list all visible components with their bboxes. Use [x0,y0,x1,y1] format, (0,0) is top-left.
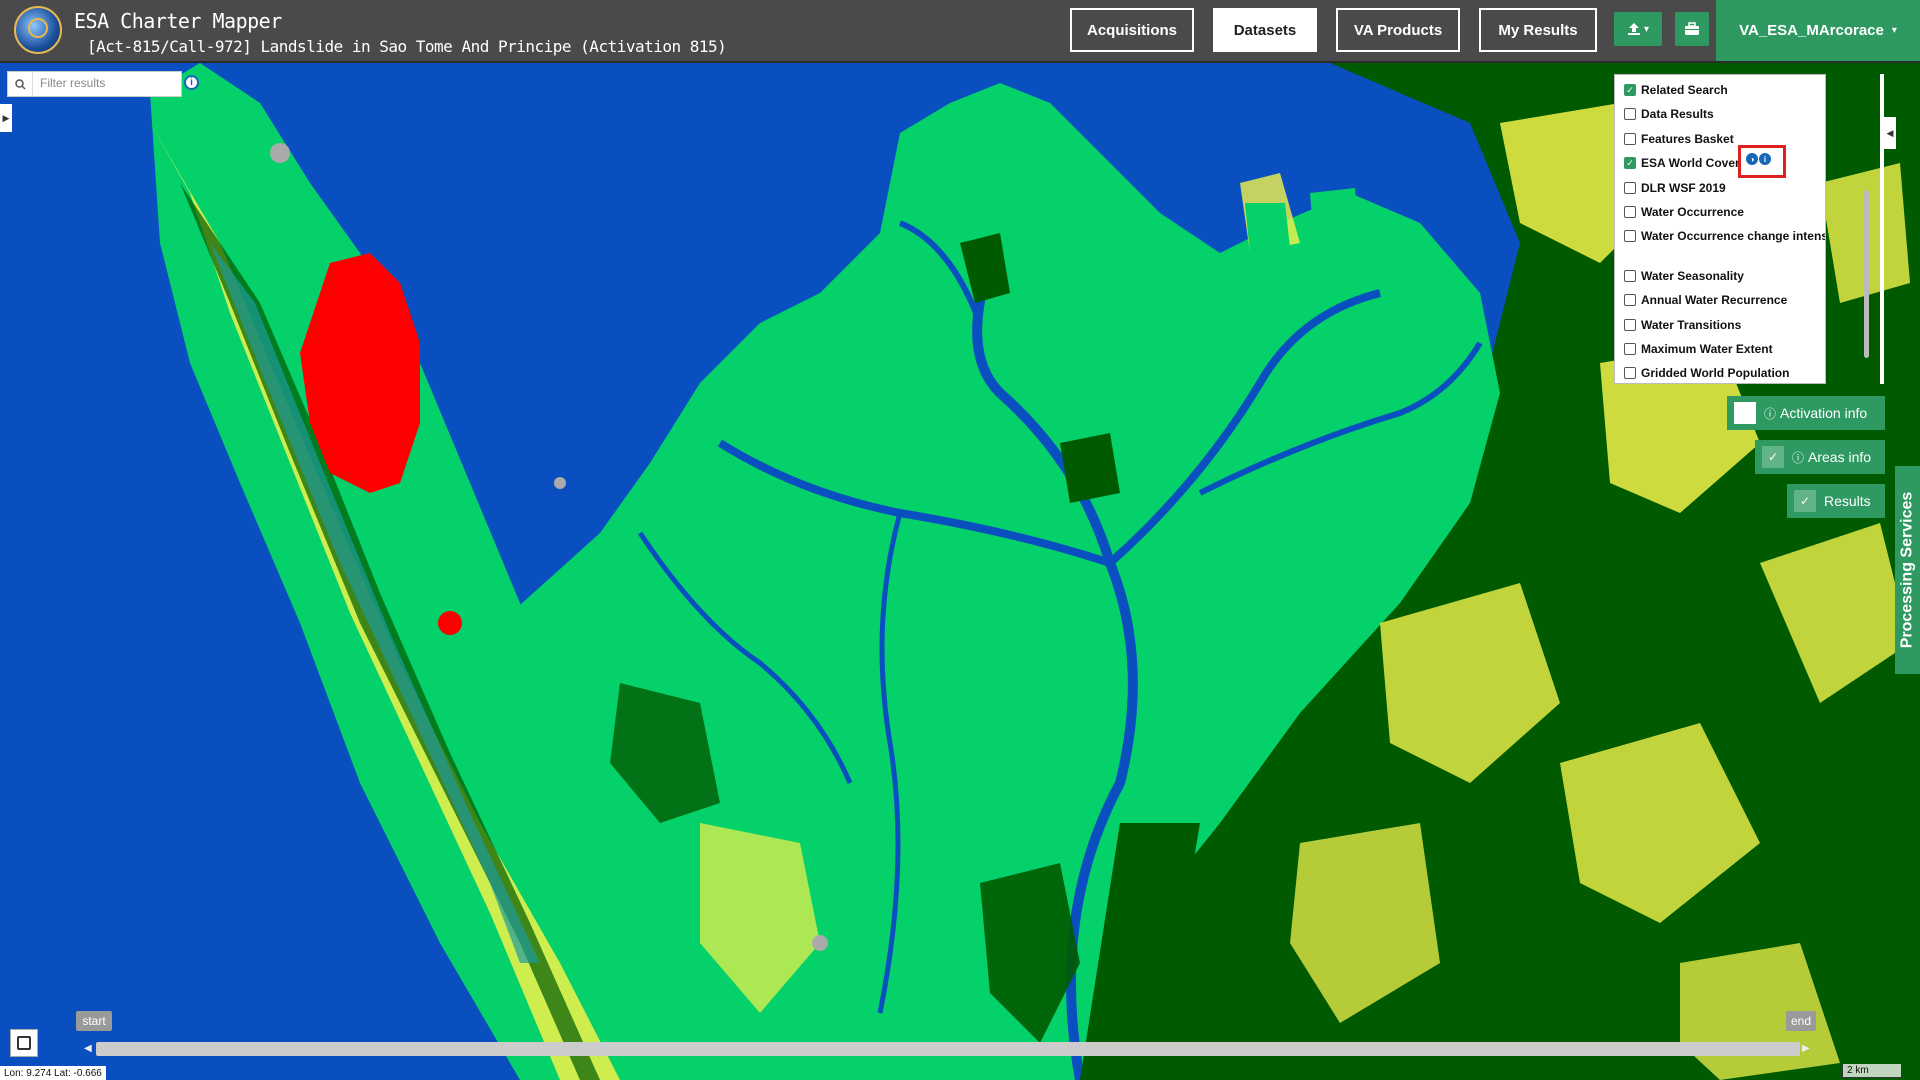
filter-results-input[interactable] [38,75,182,91]
layer-label: Maximum Water Extent [1641,342,1773,356]
nav-datasets-button[interactable]: Datasets [1213,8,1317,52]
checkbox-icon[interactable] [1624,343,1636,355]
layer-item-gridded-world-population[interactable]: Gridded World Population [1624,364,1789,382]
map-layers-icon [17,1036,31,1050]
checkbox-icon[interactable] [1624,133,1636,145]
info-icon: ⓘ [1764,406,1777,421]
esa-charter-logo[interactable] [14,6,62,54]
nav-my-results-button[interactable]: My Results [1479,8,1597,52]
layer-item-water-seasonality[interactable]: Water Seasonality [1624,267,1744,285]
nav-acquisitions-button[interactable]: Acquisitions [1070,8,1194,52]
user-menu[interactable]: VA_ESA_MArcorace ▾ [1716,0,1920,61]
layer-label: ESA World Cover [1641,156,1739,170]
results-button[interactable]: ✓ Results [1787,484,1885,518]
app-title: ESA Charter Mapper [74,9,282,33]
layer-label: DLR WSF 2019 [1641,181,1726,195]
layer-list-panel: ✓ Related Search Data Results Features B… [1614,74,1826,384]
areas-info-button[interactable]: ✓ ⓘ Areas info [1755,440,1885,474]
checkbox-icon[interactable] [1624,367,1636,379]
timeline-right-arrow-icon[interactable]: ▶ [1802,1043,1810,1054]
layer-item-maximum-water-extent[interactable]: Maximum Water Extent [1624,340,1773,358]
layer-label: Data Results [1641,107,1714,121]
layer-label: Features Basket [1641,132,1734,146]
filter-info-icon[interactable]: i [184,75,199,90]
layer-item-water-transitions[interactable]: Water Transitions [1624,316,1741,334]
briefcase-button[interactable] [1675,12,1709,46]
briefcase-icon [1685,22,1699,35]
timeline-end-label[interactable]: end [1786,1011,1816,1031]
scale-bar: 2 km [1842,1064,1902,1078]
right-panel-toggle-icon[interactable]: ◀ [1884,117,1896,149]
layer-label: Water Seasonality [1641,269,1744,283]
layer-panel-scrollbar[interactable] [1864,190,1869,358]
layer-label: Related Search [1641,83,1728,97]
layer-item-water-occurrence[interactable]: Water Occurrence [1624,203,1744,221]
checkbox-icon[interactable] [1624,182,1636,194]
timeline-left-arrow-icon[interactable]: ◀ [84,1043,92,1054]
activation-info-button[interactable]: ⓘ Activation info [1727,396,1885,430]
checkbox-icon[interactable] [1624,230,1636,242]
upload-caret: ▾ [1643,23,1650,35]
layer-label: Water Occurrence [1641,205,1744,219]
app-header: ESA Charter Mapper [Act-815/Call-972] La… [0,0,1920,63]
layer-label: Water Occurrence change intensity [1641,229,1826,243]
timeline-start-label[interactable]: start [76,1011,112,1031]
checkbox-checked-icon[interactable]: ✓ [1624,157,1636,169]
checkbox-icon[interactable] [1624,319,1636,331]
results-check-icon[interactable]: ✓ [1794,490,1816,512]
basemap-toggle-button[interactable] [10,1029,38,1057]
info-icon: ⓘ [1792,450,1805,465]
left-panel-toggle-icon[interactable]: ▶ [0,104,12,132]
nav-va-products-button[interactable]: VA Products [1336,8,1460,52]
areas-info-label: Areas info [1808,449,1872,465]
user-name: VA_ESA_MArcorace [1739,22,1884,39]
checkbox-icon[interactable] [1624,206,1636,218]
timeline-slider[interactable] [96,1042,1800,1056]
checkbox-checked-icon[interactable]: ✓ [1624,84,1636,96]
highlight-annotation [1738,145,1786,178]
processing-services-tab[interactable]: Processing Services [1895,466,1920,674]
processing-services-label: Processing Services [1898,491,1916,649]
layer-item-esa-world-cover[interactable]: ✓ ESA World Cover [1624,154,1739,172]
layer-item-features-basket[interactable]: Features Basket [1624,130,1734,148]
filter-results-box [7,71,182,97]
activation-info-checkbox[interactable] [1734,402,1756,424]
checkbox-icon[interactable] [1624,294,1636,306]
areas-info-check-icon[interactable]: ✓ [1762,446,1784,468]
layer-label: Gridded World Population [1641,366,1790,380]
upload-icon [1627,23,1640,35]
layer-item-related-search[interactable]: ✓ Related Search [1624,81,1728,99]
checkbox-icon[interactable] [1624,270,1636,282]
search-icon[interactable] [8,72,33,96]
results-label: Results [1824,493,1871,509]
layer-label: Annual Water Recurrence [1641,293,1788,307]
coordinates-readout: Lon: 9.274 Lat: -0.666 [0,1066,106,1080]
layer-item-dlr-wsf-2019[interactable]: DLR WSF 2019 [1624,179,1726,197]
checkbox-icon[interactable] [1624,108,1636,120]
layer-item-data-results[interactable]: Data Results [1624,105,1714,123]
activation-title: [Act-815/Call-972] Landslide in Sao Tome… [87,37,727,56]
upload-button[interactable]: ▾ [1614,12,1662,46]
user-caret: ▾ [1891,25,1897,36]
layer-item-annual-water-recurrence[interactable]: Annual Water Recurrence [1624,291,1787,309]
layer-label: Water Transitions [1641,318,1742,332]
layer-item-water-occurrence-change[interactable]: Water Occurrence change intensity [1624,227,1826,245]
activation-info-label: Activation info [1780,405,1868,421]
